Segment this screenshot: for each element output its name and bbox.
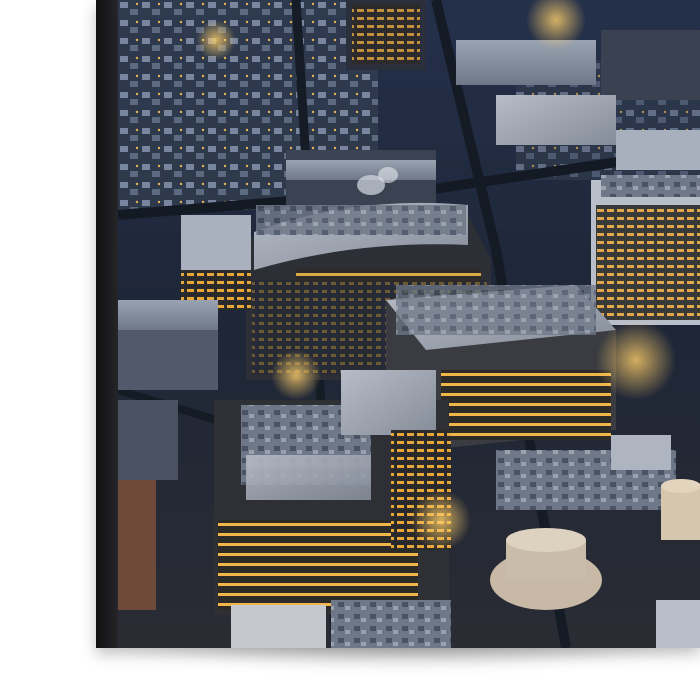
canvas-print xyxy=(96,0,700,648)
city-aerial-night-photo-icon xyxy=(96,0,700,648)
canvas-side-edge xyxy=(96,0,118,648)
product-preview xyxy=(0,0,700,700)
